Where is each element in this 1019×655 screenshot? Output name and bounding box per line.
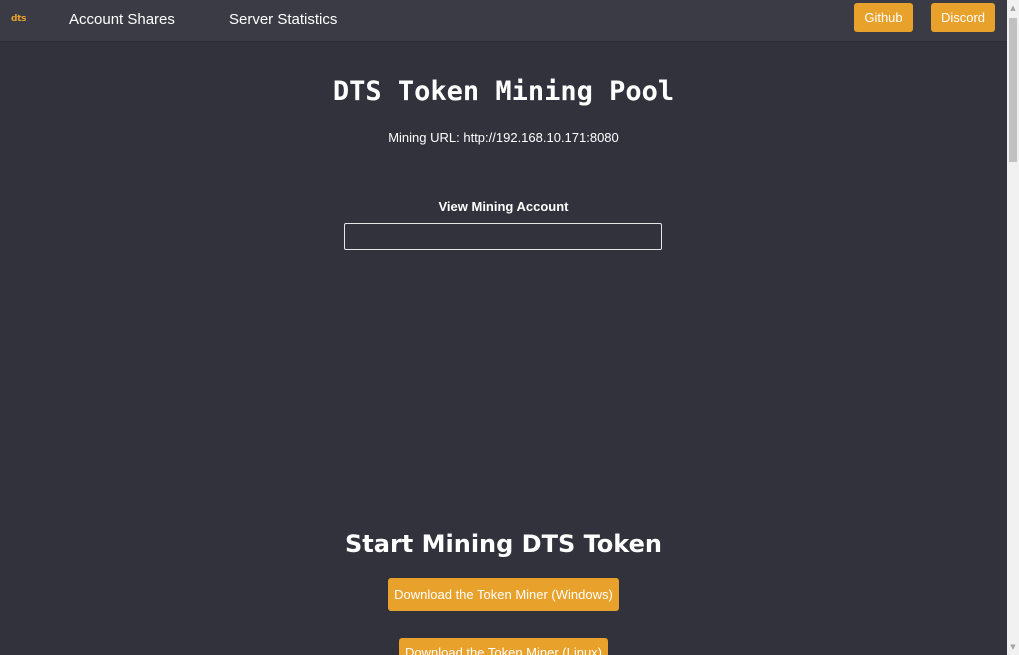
dts-logo[interactable]: dts [11,14,27,24]
nav-link-server-statistics[interactable]: Server Statistics [229,11,337,28]
nav-link-account-shares[interactable]: Account Shares [69,11,175,28]
top-navbar: dts Account Shares Server Statistics Git… [0,0,1007,42]
vertical-scrollbar[interactable]: ▲ ▼ [1007,0,1019,655]
page: dts Account Shares Server Statistics Git… [0,0,1019,655]
mining-account-input[interactable] [344,223,662,250]
download-linux-miner-button[interactable]: Download the Token Miner (Linux) [399,638,608,655]
discord-button[interactable]: Discord [931,3,995,32]
page-title: DTS Token Mining Pool [332,76,675,107]
view-mining-account-label: View Mining Account [438,199,569,214]
scrollbar-thumb[interactable] [1009,18,1017,162]
github-button[interactable]: Github [854,3,913,32]
start-mining-heading: Start Mining DTS Token [345,530,662,558]
scroll-up-arrow-icon[interactable]: ▲ [1007,1,1019,15]
download-windows-miner-button[interactable]: Download the Token Miner (Windows) [388,578,619,611]
scroll-down-arrow-icon[interactable]: ▼ [1007,640,1019,654]
mining-url-text: Mining URL: http://192.168.10.171:8080 [388,130,619,145]
